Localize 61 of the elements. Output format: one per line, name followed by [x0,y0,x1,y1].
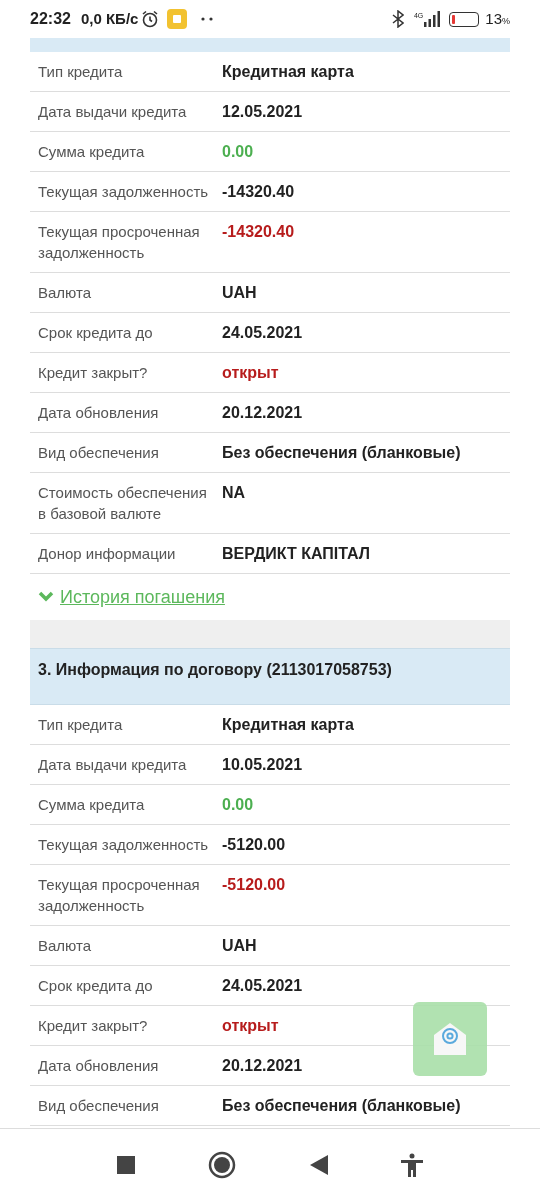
field-value: 0.00 [222,142,255,162]
back-icon[interactable] [309,1154,328,1175]
field-value: ВЕРДИКТ КАПІТАЛ [222,544,371,564]
app-icon [167,9,188,29]
field-value: UAH [222,283,258,303]
field-value: открыт [222,363,280,383]
field-value: UAH [222,936,258,956]
field-value: Кредитная карта [222,715,355,735]
chevron-down-icon [38,591,54,603]
square-icon[interactable] [116,1155,135,1174]
section-header: 3. Информация по договору (2113017058753) [30,648,510,705]
field-label: Текущая просроченная задолженность [37,875,201,916]
clock-time: 22:32 [30,9,71,29]
mail-icon [431,1020,469,1058]
field-value: -5120.00 [222,875,287,895]
field-value: Без обеспечения (бланковые) [222,443,462,463]
field-label: Срок кредита до [37,323,154,343]
field-label: Кредит закрыт? [37,1016,149,1036]
field-label: Тип кредита [37,715,124,735]
field-value: -14320.40 [222,222,296,242]
field-label: Донор информации [37,544,177,564]
field-label: Дата выдачи кредита [37,755,188,775]
field-value: 24.05.2021 [222,976,304,996]
field-label: Сумма кредита [37,142,146,162]
field-label: Текущая просроченная задолженность [37,222,201,263]
more-dots-icon [201,17,214,21]
bluetooth-icon [391,10,404,28]
field-label: Сумма кредита [37,795,146,815]
history-link[interactable]: История погашения [60,583,225,611]
field-value: 10.05.2021 [222,755,304,775]
field-label: Вид обеспечения [37,1096,160,1116]
battery-percent: 13% [485,8,510,29]
battery-icon [449,11,480,27]
field-label: Дата обновления [37,403,160,423]
field-value: Без обеспечения (бланковые) [222,1096,462,1116]
field-label: Текущая задолженность [37,835,210,855]
field-value: Кредитная карта [222,62,355,82]
field-label: Валюта [37,283,93,303]
field-label: Вид обеспечения [37,443,160,463]
field-value: 20.12.2021 [222,403,304,423]
accessibility-icon[interactable] [401,1152,424,1177]
field-label: Тип кредита [37,62,124,82]
field-value: 24.05.2021 [222,323,304,343]
field-label: Дата выдачи кредита [37,102,188,122]
field-value: -14320.40 [222,182,296,202]
alarm-icon [141,10,160,28]
field-label: Валюта [37,936,93,956]
field-label: Стоимость обеспечения в базовой валюте [37,483,208,524]
field-value: 20.12.2021 [222,1056,304,1076]
field-value: NA [222,483,247,503]
signal-icon [423,11,442,27]
field-value: 0.00 [222,795,255,815]
home-icon[interactable] [208,1150,237,1179]
field-value: -5120.00 [222,835,287,855]
field-label: Дата обновления [37,1056,160,1076]
field-label: Текущая задолженность [37,182,210,202]
field-label: Срок кредита до [37,976,154,996]
field-value: 12.05.2021 [222,102,304,122]
network-speed: 0,0 КБ/с [80,8,139,29]
field-value: открыт [222,1016,280,1036]
field-label: Кредит закрыт? [37,363,149,383]
